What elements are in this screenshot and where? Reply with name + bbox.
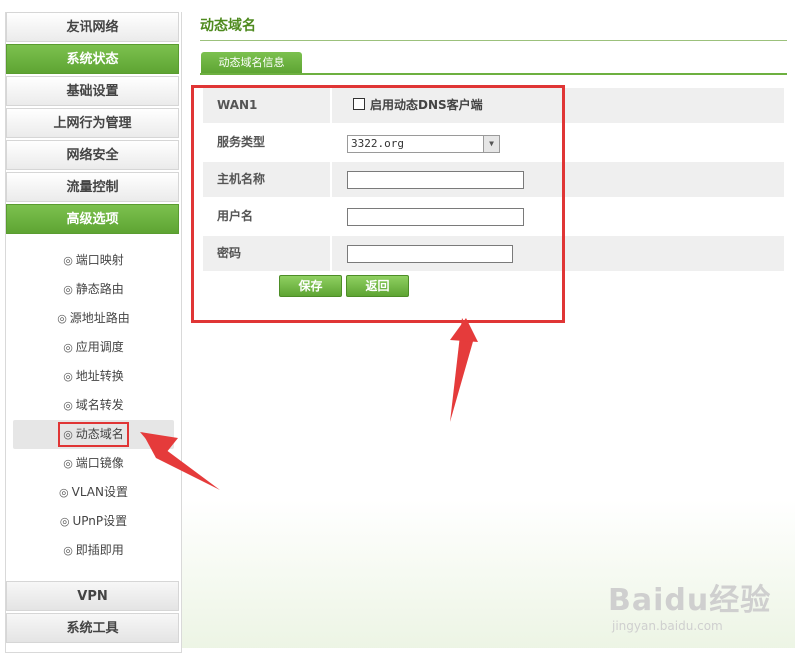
watermark-main: Baidu经验 [608, 583, 772, 618]
arrow-to-form [450, 318, 478, 422]
annotation-arrows [140, 318, 478, 490]
arrow-to-ddns-menu [140, 432, 220, 490]
watermark-sub: jingyan.baidu.com [612, 619, 723, 633]
baidu-watermark: Baidu经验 jingyan.baidu.com [608, 575, 771, 633]
